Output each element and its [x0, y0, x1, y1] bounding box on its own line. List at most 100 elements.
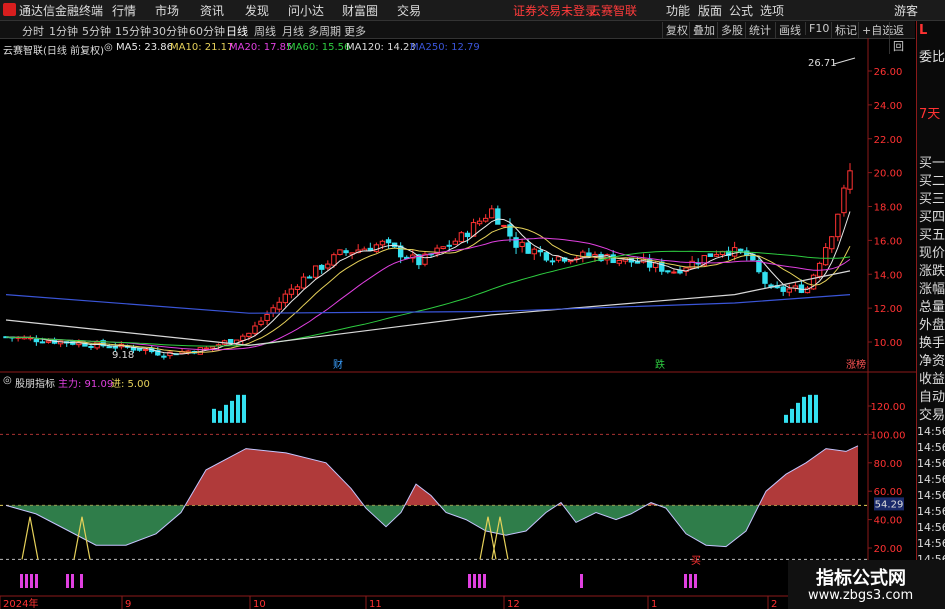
- header-stock-name: 云赛智联: [589, 4, 638, 18]
- candle-body: [489, 208, 495, 219]
- menu-item-caifuquan[interactable]: 财富圈: [342, 2, 378, 19]
- signal-bar-magenta: [66, 574, 69, 588]
- panel-row-6: 涨跌: [919, 264, 945, 279]
- candle-body: [276, 301, 282, 310]
- login-status[interactable]: 证券交易未登录: [513, 2, 597, 19]
- candle-body: [567, 260, 574, 263]
- panel-time-5: 14:56: [917, 505, 945, 518]
- candle-body: [136, 348, 143, 351]
- watermark: 指标公式网 www.zbgs3.com: [788, 560, 945, 609]
- tool-tongji[interactable]: 统计: [745, 22, 774, 38]
- period-1min[interactable]: 1分钟: [49, 23, 78, 39]
- menu-item-gongshi[interactable]: 公式: [729, 2, 753, 19]
- panel-weibi: 委比: [919, 50, 945, 65]
- candle-body: [786, 288, 792, 293]
- signal-bar-magenta: [468, 574, 471, 588]
- panel-auto[interactable]: 自动: [919, 386, 945, 405]
- candle-body: [762, 272, 768, 284]
- period-60min[interactable]: 60分钟: [189, 23, 225, 39]
- panel-time-7: 14:56: [917, 537, 945, 550]
- candle-body: [312, 265, 319, 278]
- signal-bar-cyan: [808, 394, 812, 423]
- period-5min[interactable]: 5分钟: [82, 23, 111, 39]
- panel-row-4: 买五: [919, 228, 945, 243]
- menu-item-zixun[interactable]: 资讯: [200, 2, 224, 19]
- indicator-main-force: 主力: 91.09: [58, 379, 114, 390]
- signal-bar-magenta: [689, 574, 692, 588]
- period-fenshi[interactable]: 分时: [22, 23, 44, 39]
- tool-duogu[interactable]: 多股: [717, 22, 746, 38]
- menu-item-banmian[interactable]: 版面: [698, 2, 722, 19]
- quote-panel: L 委比 7天 买一 买二 买三 买四 买五 现价 涨跌 涨幅 总量 外盘 换手…: [916, 21, 945, 609]
- candle-body: [665, 270, 671, 273]
- tool-fuquan[interactable]: 复权: [662, 22, 691, 38]
- period-daily[interactable]: 日线: [226, 23, 248, 39]
- candle-body: [440, 246, 446, 250]
- panel-row-7: 涨幅: [919, 282, 945, 297]
- panel-row-1: 买二: [919, 174, 945, 189]
- candle-body: [677, 269, 683, 274]
- ind-tick-label: 80.00: [874, 459, 903, 470]
- candle-body: [549, 260, 556, 263]
- price-tick-label: 26.00: [874, 67, 903, 78]
- period-15min[interactable]: 15分钟: [115, 23, 151, 39]
- signal-bar-cyan: [230, 400, 234, 423]
- tool-diejia[interactable]: 叠加: [689, 22, 718, 38]
- menu-item-jiaoyi[interactable]: 交易: [397, 2, 421, 19]
- ma250-line: [5, 294, 851, 314]
- signal-bar-magenta: [483, 574, 486, 588]
- menu-item-xuanxiang[interactable]: 选项: [760, 2, 784, 19]
- panel-level-label: L: [919, 23, 928, 38]
- candle-body: [446, 244, 452, 247]
- menu-item-wenxiaoda[interactable]: 问小达: [288, 2, 324, 19]
- user-label[interactable]: 游客: [894, 2, 918, 19]
- candle-body: [610, 254, 616, 264]
- candle-body: [829, 236, 835, 250]
- menu-item-gongneng[interactable]: 功能: [666, 2, 690, 19]
- signal-bar-cyan: [236, 394, 240, 423]
- period-multi[interactable]: 多周期: [308, 23, 341, 39]
- signal-bar-magenta: [71, 574, 74, 588]
- menu-item-faxian[interactable]: 发现: [245, 2, 269, 19]
- kline-chart[interactable]: 26.00 24.00 22.00 20.00 18.00 16.00 14.00 12.00…: [0, 38, 916, 609]
- watermark-title: 指标公式网: [816, 568, 906, 589]
- candle-body: [537, 249, 544, 253]
- panel-time-6: 14:56: [917, 521, 945, 534]
- candle-body: [531, 248, 537, 255]
- tool-f10[interactable]: F10: [805, 22, 832, 35]
- price-tick-label: 20.00: [874, 169, 903, 180]
- signal-bar-cyan: [218, 410, 222, 423]
- candle-body: [252, 325, 258, 334]
- candle-body: [331, 254, 337, 266]
- candle-body: [246, 332, 252, 337]
- tool-biaoji[interactable]: 标记: [831, 22, 860, 38]
- period-weekly[interactable]: 周线: [254, 23, 276, 39]
- ind-tick-label: 100.00: [871, 430, 906, 441]
- panel-trade[interactable]: 交易: [919, 404, 945, 423]
- app-logo-icon: [3, 3, 16, 16]
- period-30min[interactable]: 30分钟: [152, 23, 188, 39]
- date-tick-label: 12: [507, 599, 520, 609]
- candle-body: [841, 187, 847, 214]
- high-price-label: 26.71: [808, 58, 837, 69]
- tool-huaxian[interactable]: 画线: [775, 22, 804, 38]
- panel-row-0: 买一: [919, 156, 945, 171]
- signal-bar-magenta: [30, 574, 33, 588]
- menu-item-shichang[interactable]: 市场: [155, 2, 179, 19]
- candle-body: [106, 346, 112, 349]
- buy-label: 买: [691, 555, 701, 567]
- candle-body: [39, 341, 46, 344]
- signal-spike-yellow: [21, 516, 39, 560]
- low-price-label: 9.18: [112, 350, 134, 361]
- candle-body: [671, 271, 677, 274]
- period-more[interactable]: 更多: [344, 23, 366, 39]
- high-price-pointer: [833, 57, 856, 65]
- panel-row-3: 买四: [919, 210, 945, 225]
- watermark-url: www.zbgs3.com: [808, 588, 914, 603]
- menu-item-hangqing[interactable]: 行情: [112, 2, 136, 19]
- period-monthly[interactable]: 月线: [282, 23, 304, 39]
- candle-body: [270, 307, 276, 314]
- signal-bar-magenta: [35, 574, 38, 588]
- signal-bar-cyan: [242, 394, 246, 423]
- indicator-icon[interactable]: ◎: [3, 375, 12, 386]
